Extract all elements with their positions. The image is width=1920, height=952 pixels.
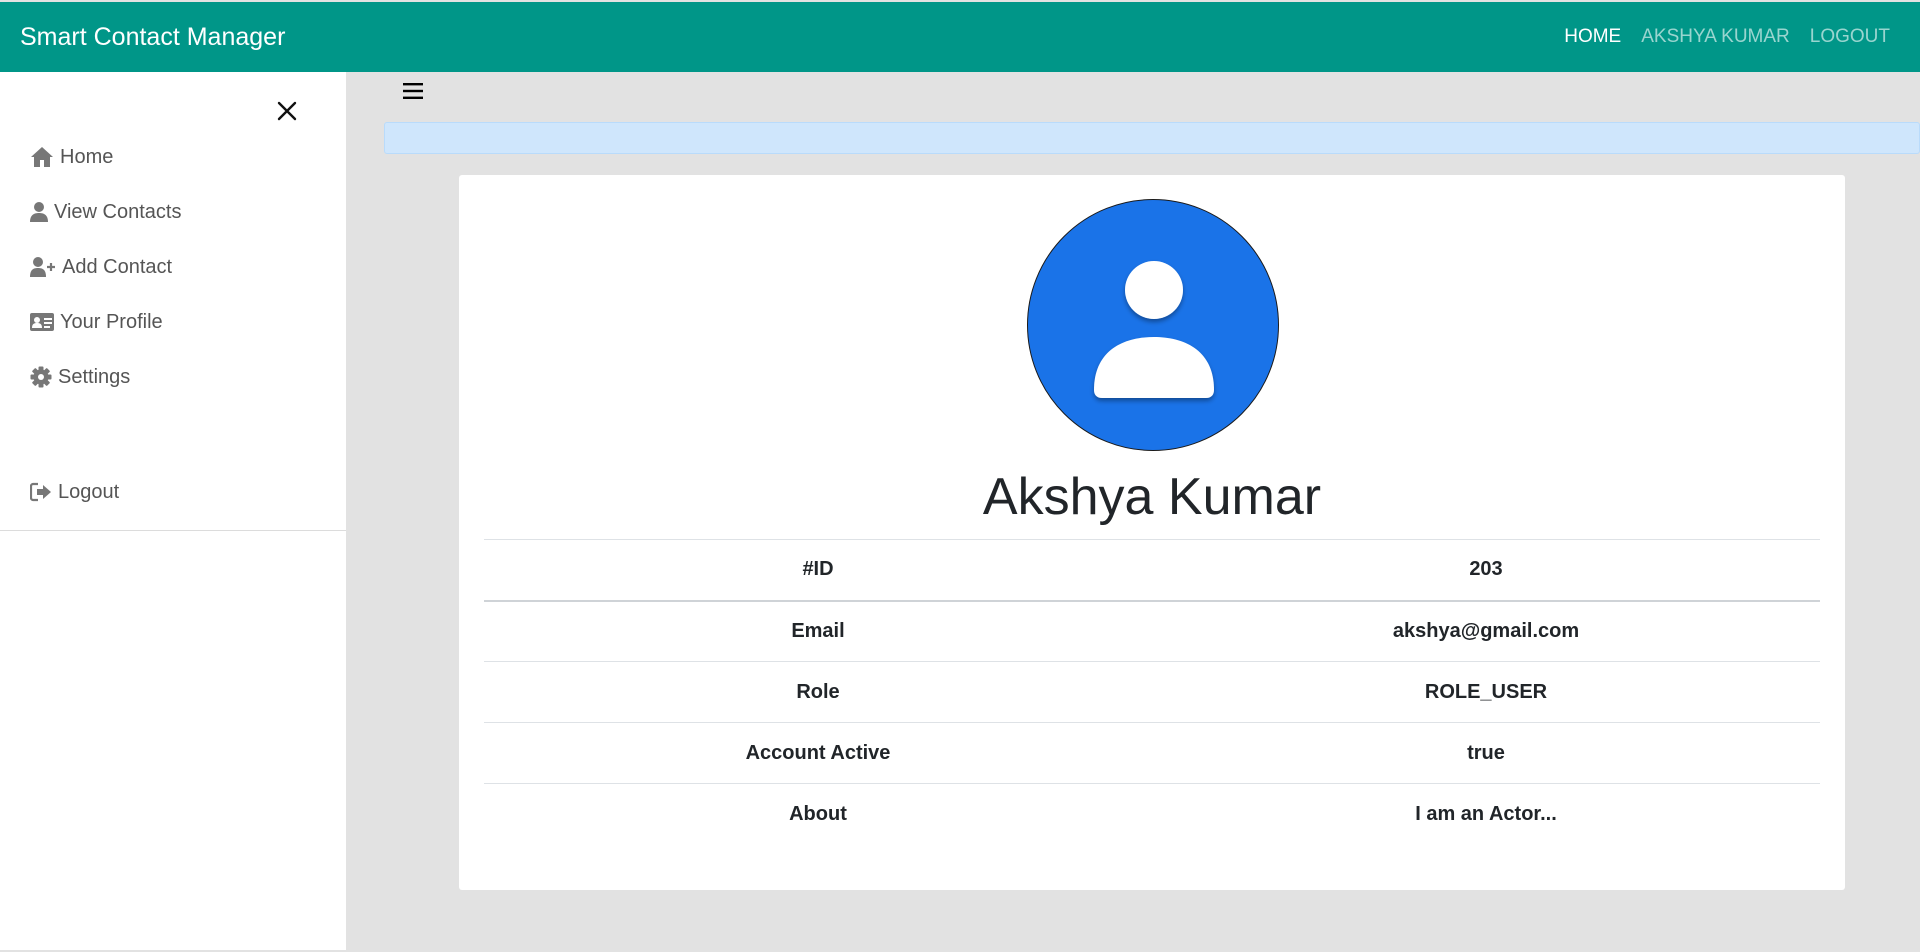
table-row: Email akshya@gmail.com [484, 599, 1820, 662]
avatar [1027, 199, 1279, 451]
navbar: Smart Contact Manager HOME AKSHYA KUMAR … [0, 2, 1920, 72]
close-sidebar-button[interactable] [272, 96, 302, 126]
table-row: Role ROLE_USER [484, 661, 1820, 723]
sidebar-item-your-profile[interactable]: Your Profile [30, 307, 163, 337]
sidebar-item-label: Add Contact [62, 255, 173, 278]
person-icon [1094, 261, 1214, 398]
sidebar-item-home[interactable]: Home [30, 142, 113, 172]
row-label: Role [484, 661, 1152, 723]
sidebar-item-settings[interactable]: Settings [30, 362, 130, 392]
nav-link-user[interactable]: AKSHYA KUMAR [1641, 26, 1790, 48]
id-card-icon [30, 313, 54, 331]
profile-name: Akshya Kumar [982, 468, 1322, 526]
sidebar-item-label: Logout [58, 480, 120, 503]
brand-title[interactable]: Smart Contact Manager [20, 23, 285, 52]
home-icon [31, 147, 53, 167]
sidebar-item-add-contact[interactable]: Add Contact [30, 252, 172, 282]
user-icon [30, 202, 48, 222]
gear-icon [30, 366, 52, 388]
nav-link-home[interactable]: HOME [1564, 26, 1621, 48]
row-value: 203 [1152, 539, 1820, 601]
table-row: Account Active true [484, 722, 1820, 784]
sidebar-item-logout[interactable]: Logout [30, 477, 119, 507]
user-plus-icon [30, 257, 55, 277]
sidebar: Home View Contacts Add Contact Your Prof… [0, 72, 346, 950]
row-value: akshya@gmail.com [1152, 599, 1820, 662]
nav-link-logout[interactable]: LOGOUT [1810, 26, 1890, 48]
sidebar-divider [0, 530, 346, 531]
nav-links: HOME AKSHYA KUMAR LOGOUT [1564, 26, 1890, 48]
row-label: #ID [484, 539, 1152, 601]
table-row: About I am an Actor... [484, 783, 1820, 845]
row-value: true [1152, 722, 1820, 784]
sidebar-item-label: View Contacts [54, 200, 182, 223]
sidebar-item-view-contacts[interactable]: View Contacts [30, 197, 181, 227]
row-label: Email [484, 599, 1152, 662]
hamburger-menu-button[interactable] [400, 78, 426, 104]
sidebar-item-label: Your Profile [60, 310, 163, 333]
row-label: Account Active [484, 722, 1152, 784]
hamburger-icon [403, 83, 423, 99]
profile-card: Akshya Kumar #ID 203 Email akshya@gmail.… [459, 175, 1845, 890]
row-value: ROLE_USER [1152, 661, 1820, 723]
close-icon [277, 101, 297, 121]
alert-message-bar [384, 122, 1920, 154]
profile-info-table: #ID 203 Email akshya@gmail.com Role ROLE… [484, 539, 1820, 845]
sidebar-item-label: Home [60, 145, 114, 168]
row-label: About [484, 783, 1152, 845]
row-value: I am an Actor... [1152, 783, 1820, 845]
table-row: #ID 203 [484, 539, 1820, 601]
sign-out-icon [30, 482, 51, 502]
sidebar-item-label: Settings [58, 365, 131, 388]
